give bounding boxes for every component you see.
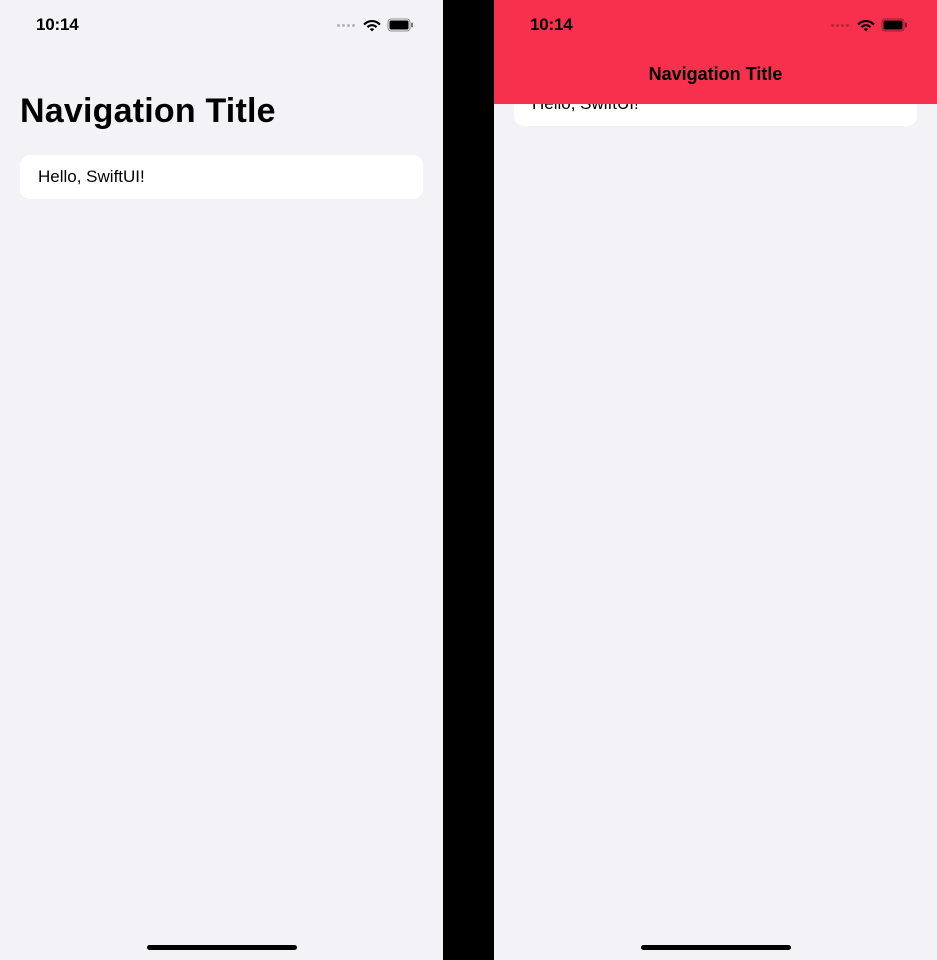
wifi-icon bbox=[857, 18, 875, 32]
nav-title: Navigation Title bbox=[20, 92, 423, 131]
cellular-dots-icon bbox=[831, 24, 849, 27]
battery-icon bbox=[387, 18, 415, 32]
cellular-dots-icon bbox=[337, 24, 355, 27]
status-bar: 10:14 bbox=[494, 0, 937, 44]
home-indicator[interactable] bbox=[147, 945, 297, 950]
wifi-icon bbox=[363, 18, 381, 32]
status-icons bbox=[337, 18, 415, 32]
screen-divider bbox=[443, 0, 494, 960]
status-time: 10:14 bbox=[530, 15, 572, 35]
list-item[interactable]: Hello, SwiftUI! bbox=[20, 155, 423, 199]
nav-title: Navigation Title bbox=[649, 64, 783, 84]
list-item-label: Hello, SwiftUI! bbox=[38, 167, 145, 186]
status-bar: 10:14 bbox=[0, 0, 443, 44]
nav-large-title-area: Navigation Title bbox=[0, 44, 443, 139]
battery-icon bbox=[881, 18, 909, 32]
nav-inline-title-row: Navigation Title bbox=[494, 64, 937, 85]
list-content[interactable]: Hello, SwiftUI! bbox=[0, 139, 443, 199]
home-indicator[interactable] bbox=[641, 945, 791, 950]
phone-screen-left: 10:14 Navigation Title Hello, SwiftUI! bbox=[0, 0, 443, 960]
status-time: 10:14 bbox=[36, 15, 78, 35]
status-icons bbox=[831, 18, 909, 32]
phone-screen-right: 10:14 Navigation Title Hello, SwiftUI! bbox=[494, 0, 937, 960]
